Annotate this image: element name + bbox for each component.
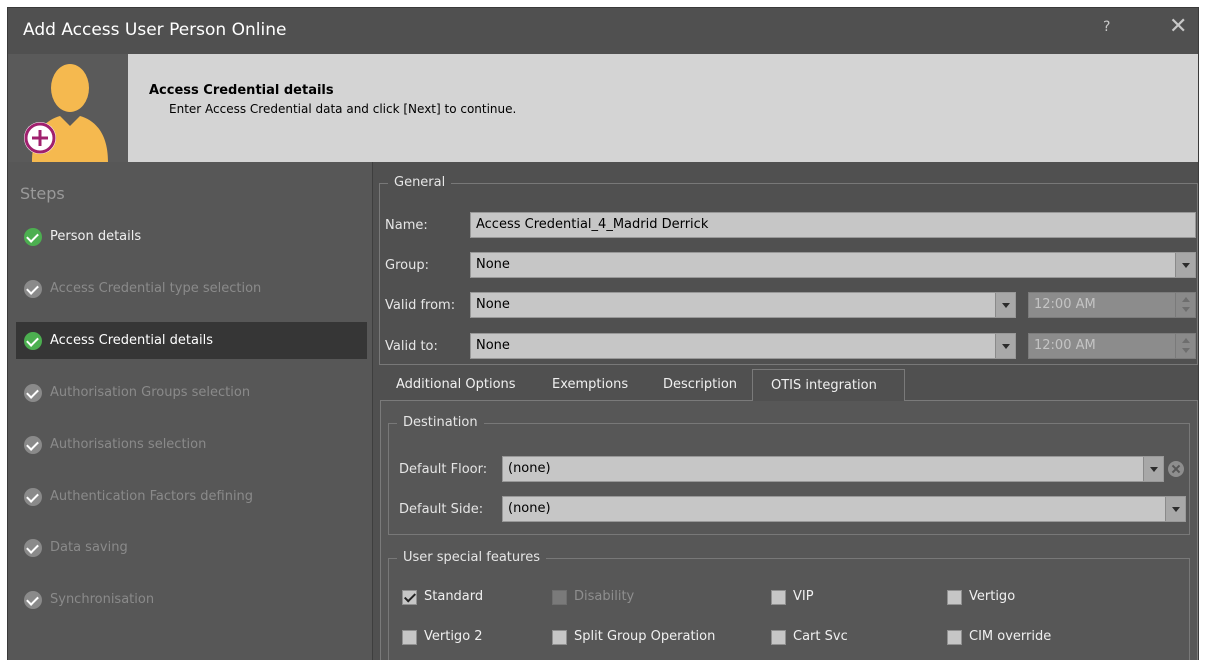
destination-group: Destination Default Floor: (none) Defaul… — [388, 415, 1190, 535]
checkbox-label: Standard — [424, 589, 484, 604]
chevron-down-icon[interactable] — [1175, 253, 1195, 277]
close-button[interactable]: ✕ — [1169, 14, 1187, 39]
step-authorisation-groups[interactable]: Authorisation Groups selection — [16, 374, 367, 411]
check-circle-icon — [24, 228, 42, 246]
valid-from-date-select[interactable]: None — [470, 292, 1016, 318]
name-label: Name: — [385, 218, 428, 233]
default-side-label: Default Side: — [399, 502, 484, 517]
step-label: Authorisations selection — [50, 437, 207, 452]
valid-to-time: 12:00 AM — [1034, 338, 1096, 353]
tab-additional-options[interactable]: Additional Options — [396, 377, 516, 392]
checkbox-label: VIP — [793, 589, 814, 604]
step-label: Access Credential type selection — [50, 281, 262, 296]
sidebar-divider — [372, 162, 373, 660]
checkbox-box — [402, 590, 417, 605]
destination-legend: Destination — [397, 415, 484, 430]
check-circle-icon — [24, 591, 42, 609]
checkbox-box — [771, 590, 786, 605]
time-spinner-icon[interactable] — [1175, 293, 1195, 317]
chevron-down-icon[interactable] — [1165, 497, 1185, 521]
valid-to-label: Valid to: — [385, 339, 438, 354]
default-side-value: (none) — [508, 501, 551, 516]
step-label: Authorisation Groups selection — [50, 385, 251, 400]
otis-tab-panel: Destination Default Floor: (none) Defaul… — [380, 401, 1198, 660]
group-select[interactable]: None — [470, 252, 1196, 278]
name-value: Access Credential_4_Madrid Derrick — [476, 217, 709, 232]
check-circle-icon — [24, 436, 42, 454]
dialog-window: Add Access User Person Online ? ✕ Access… — [7, 7, 1199, 660]
group-value: None — [476, 257, 510, 272]
step-label: Authentication Factors defining — [50, 489, 254, 504]
valid-from-value: None — [476, 297, 510, 312]
default-side-select[interactable]: (none) — [502, 496, 1186, 522]
check-circle-icon — [24, 539, 42, 557]
check-circle-icon — [24, 488, 42, 506]
add-person-icon — [8, 54, 128, 162]
valid-from-label: Valid from: — [385, 298, 456, 313]
steps-title: Steps — [20, 184, 65, 203]
check-circle-icon — [24, 332, 42, 350]
check-circle-icon — [24, 280, 42, 298]
checkbox-box — [552, 590, 567, 605]
valid-from-time-input[interactable]: 12:00 AM — [1028, 292, 1196, 318]
checkbox-box — [402, 630, 417, 645]
step-authentication-factors[interactable]: Authentication Factors defining — [16, 478, 367, 515]
checkbox-label: Disability — [574, 589, 635, 604]
chevron-down-icon[interactable] — [995, 293, 1015, 317]
steps-sidebar: Steps Person details Access Credential t… — [8, 162, 372, 660]
step-credential-details[interactable]: Access Credential details — [16, 322, 367, 359]
clear-icon[interactable] — [1168, 461, 1184, 477]
checkbox-label: Cart Svc — [793, 629, 848, 644]
check-circle-icon — [24, 384, 42, 402]
valid-to-time-input[interactable]: 12:00 AM — [1028, 333, 1196, 359]
step-authorisations[interactable]: Authorisations selection — [16, 426, 367, 463]
step-label: Synchronisation — [50, 592, 155, 607]
user-features-group: User special features Standard Disabilit… — [388, 550, 1190, 660]
default-floor-select[interactable]: (none) — [502, 456, 1164, 482]
tab-description[interactable]: Description — [663, 377, 737, 392]
default-floor-label: Default Floor: — [399, 462, 488, 477]
checkbox-label: Split Group Operation — [574, 629, 716, 644]
checkbox-label: Vertigo — [969, 589, 1016, 604]
tab-otis-integration[interactable]: OTIS integration — [752, 369, 905, 402]
user-features-legend: User special features — [397, 550, 546, 565]
tab-otis-label: OTIS integration — [771, 378, 877, 393]
header-subtitle: Enter Access Credential data and click [… — [169, 102, 517, 116]
step-label: Data saving — [50, 540, 128, 555]
checkbox-box — [947, 590, 962, 605]
step-synchronisation[interactable]: Synchronisation — [16, 581, 367, 618]
checkbox-label: CIM override — [969, 629, 1052, 644]
step-label: Access Credential details — [50, 333, 213, 348]
tab-exemptions[interactable]: Exemptions — [552, 377, 628, 392]
help-button[interactable]: ? — [1103, 19, 1110, 35]
checkbox-box — [771, 630, 786, 645]
checkbox-box — [947, 630, 962, 645]
window-title: Add Access User Person Online — [23, 20, 287, 40]
chevron-down-icon[interactable] — [995, 334, 1015, 358]
step-label: Person details — [50, 229, 142, 244]
default-floor-value: (none) — [508, 461, 551, 476]
wizard-header: Access Credential details Enter Access C… — [8, 54, 1198, 162]
step-data-saving[interactable]: Data saving — [16, 529, 367, 566]
valid-to-value: None — [476, 338, 510, 353]
step-credential-type[interactable]: Access Credential type selection — [16, 270, 367, 307]
name-input[interactable]: Access Credential_4_Madrid Derrick — [470, 212, 1196, 238]
general-legend: General — [388, 175, 452, 190]
valid-to-date-select[interactable]: None — [470, 333, 1016, 359]
header-title: Access Credential details — [149, 83, 334, 98]
general-group: General Name: Access Credential_4_Madrid… — [379, 175, 1198, 365]
checkbox-label: Vertigo 2 — [424, 629, 483, 644]
title-bar: Add Access User Person Online ? ✕ — [8, 8, 1198, 54]
valid-from-time: 12:00 AM — [1034, 297, 1096, 312]
group-label: Group: — [385, 258, 429, 273]
checkbox-box — [552, 630, 567, 645]
chevron-down-icon[interactable] — [1143, 457, 1163, 481]
step-person-details[interactable]: Person details — [16, 218, 367, 255]
time-spinner-icon[interactable] — [1175, 334, 1195, 358]
